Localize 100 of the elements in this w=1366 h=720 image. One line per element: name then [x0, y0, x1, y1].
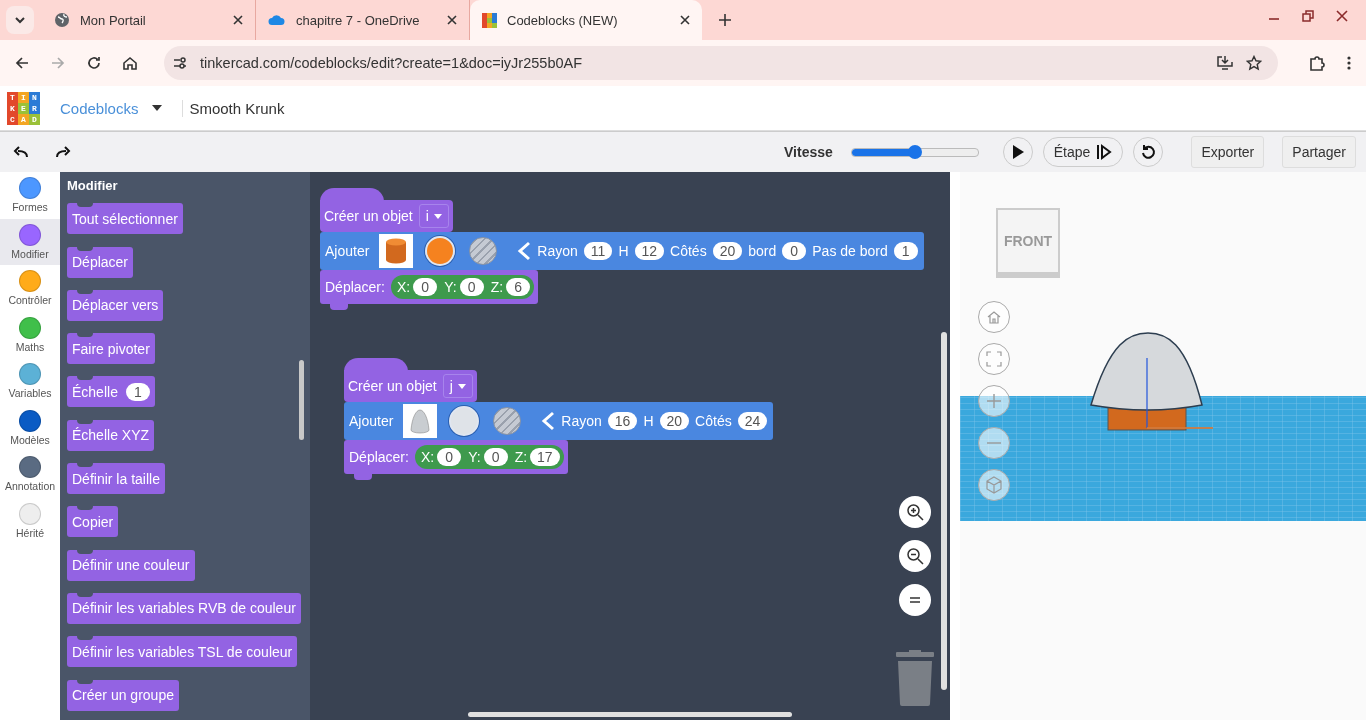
close-icon[interactable] — [1336, 10, 1348, 22]
zoom-in-button[interactable] — [899, 496, 931, 528]
restore-icon[interactable] — [1302, 10, 1314, 22]
code-block[interactable]: Faire pivoter — [67, 333, 155, 365]
code-block[interactable]: Échelle XYZ — [67, 419, 155, 451]
coordinate-block[interactable]: X: 0 Y: 0 Z: 6 — [390, 275, 535, 299]
coordinate-block[interactable]: X: 0 Y: 0 Z: 17 — [414, 445, 564, 469]
zoom-out-icon — [906, 547, 924, 565]
code-block[interactable]: Créer un groupe — [67, 679, 179, 711]
address-field[interactable]: tinkercad.com/codeblocks/edit?create=1&doc=iyJr255b0AF — [164, 46, 1278, 80]
parameter-label: Côtés — [670, 243, 707, 259]
category-item[interactable]: Contrôler — [0, 265, 60, 312]
scrollbar[interactable] — [299, 360, 304, 440]
code-block[interactable]: Définir une couleur — [67, 549, 195, 581]
install-app-icon[interactable] — [1216, 55, 1234, 71]
color-swatch[interactable] — [449, 406, 480, 436]
number-input[interactable]: 12 — [634, 242, 665, 260]
parameter-label: Côtés — [695, 413, 732, 429]
number-input[interactable]: 17 — [530, 448, 560, 466]
category-item[interactable]: Annotation — [0, 451, 60, 498]
code-block[interactable]: Déplacer — [67, 246, 134, 278]
close-icon[interactable] — [680, 15, 690, 25]
reload-icon[interactable] — [86, 55, 102, 71]
shape-thumbnail[interactable] — [379, 234, 414, 268]
add-shape-block[interactable]: Ajouter Rayon 11 H 12 Côtés 20 bord 0 Pas de bord 1 — [320, 232, 924, 270]
code-block[interactable]: Échelle 1 — [67, 376, 155, 408]
speed-slider[interactable] — [850, 147, 979, 157]
minus-icon — [986, 441, 1002, 445]
project-name[interactable]: Smooth Krunk — [189, 99, 285, 117]
export-button[interactable]: Exporter — [1191, 136, 1265, 168]
number-input[interactable]: 1 — [125, 383, 150, 401]
close-icon[interactable] — [447, 15, 457, 25]
scrollbar[interactable] — [468, 712, 792, 717]
number-input[interactable]: 1 — [893, 242, 918, 260]
close-icon[interactable] — [233, 15, 243, 25]
site-settings-icon[interactable] — [172, 55, 188, 71]
code-block[interactable]: Définir la taille — [67, 463, 165, 495]
star-icon[interactable] — [1246, 55, 1262, 71]
chevron-down-icon — [14, 14, 26, 26]
add-shape-block[interactable]: Ajouter Rayon 16 H 20 Côtés 24 — [344, 402, 774, 440]
number-input[interactable]: 0 — [483, 448, 508, 466]
more-icon[interactable] — [1346, 55, 1352, 71]
number-input[interactable]: 16 — [607, 412, 638, 430]
step-icon — [1096, 144, 1113, 160]
category-item[interactable]: Modifier — [0, 218, 60, 265]
caret-icon — [152, 105, 163, 111]
equals-icon — [909, 596, 921, 604]
parameter-label: bord — [748, 243, 777, 259]
parameter-label: Pas de bord — [812, 243, 888, 259]
shape-thumbnail[interactable] — [403, 404, 438, 438]
number-input[interactable]: 0 — [782, 242, 807, 260]
number-input[interactable]: 20 — [712, 242, 743, 260]
trash-icon[interactable] — [894, 650, 936, 706]
rewind-icon — [1140, 144, 1157, 160]
tab-list-button[interactable] — [6, 6, 34, 34]
cloud-icon — [268, 14, 286, 26]
back-icon[interactable] — [14, 55, 30, 71]
variable-dropdown[interactable]: j — [442, 374, 473, 398]
number-input[interactable]: 6 — [506, 278, 531, 296]
undo-icon[interactable] — [13, 146, 29, 158]
category-item[interactable]: Modèles — [0, 404, 60, 451]
number-input[interactable]: 24 — [737, 412, 768, 430]
code-block[interactable]: Copier — [67, 506, 119, 538]
number-input[interactable]: 0 — [437, 448, 462, 466]
zoom-out-button[interactable] — [899, 540, 931, 572]
new-tab-icon[interactable] — [718, 13, 732, 27]
code-block[interactable]: Déplacer vers — [67, 289, 164, 321]
browser-tab[interactable]: Codeblocks (NEW) — [470, 0, 702, 40]
color-swatch[interactable] — [425, 236, 456, 266]
cylinder-icon — [385, 238, 408, 264]
number-input[interactable]: 0 — [459, 278, 484, 296]
globe-icon — [54, 12, 70, 28]
code-block[interactable]: Tout sélectionner — [67, 203, 183, 235]
category-item[interactable]: Hérité — [0, 497, 60, 544]
category-item[interactable]: Formes — [0, 172, 60, 219]
number-input[interactable]: 11 — [583, 242, 613, 260]
paraboloid-icon — [410, 408, 431, 434]
caret-icon — [457, 383, 466, 389]
home-icon[interactable] — [122, 55, 138, 71]
extensions-icon[interactable] — [1308, 54, 1326, 72]
number-input[interactable]: 0 — [413, 278, 438, 296]
share-button[interactable]: Partager — [1282, 136, 1356, 168]
step-button[interactable]: Étape — [1042, 137, 1124, 167]
parameter-label: H — [618, 243, 629, 259]
play-button[interactable] — [1002, 137, 1033, 167]
parameter-label: Rayon — [561, 413, 602, 429]
category-item[interactable]: Maths — [0, 311, 60, 358]
category-item[interactable]: Variables — [0, 358, 60, 405]
play-icon — [1011, 145, 1024, 159]
number-input[interactable]: 20 — [659, 412, 690, 430]
variable-dropdown[interactable]: i — [418, 204, 449, 228]
palette-title: Modifier — [67, 178, 118, 193]
code-block[interactable]: Définir les variables TSL de couleur — [67, 636, 298, 668]
home-icon — [986, 309, 1002, 325]
code-block[interactable]: Définir les variables RVB de couleur — [67, 592, 301, 624]
reset-zoom-button[interactable] — [899, 584, 931, 616]
redo-icon[interactable] — [55, 146, 71, 158]
scrollbar[interactable] — [941, 332, 947, 690]
reset-button[interactable] — [1133, 137, 1164, 167]
parameter-label: H — [643, 413, 654, 429]
